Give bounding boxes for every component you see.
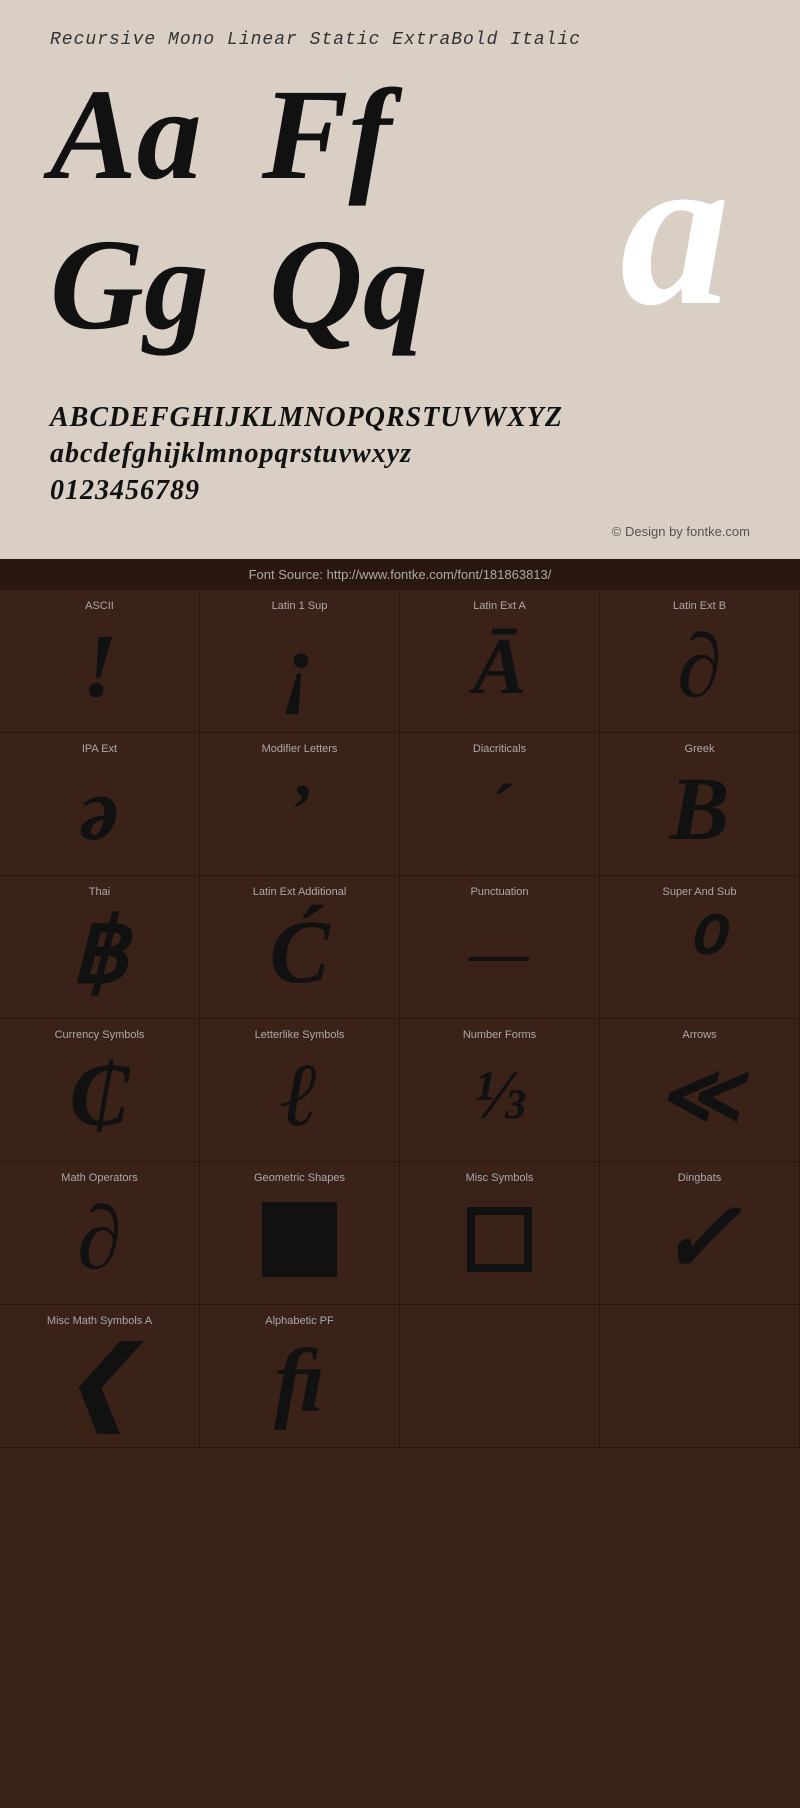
glyph-char-geometricshapes [262, 1189, 337, 1289]
glyph-label-letterlikesymbols: Letterlike Symbols [205, 1029, 394, 1041]
glyph-label-modifierletters: Modifier Letters [205, 743, 394, 755]
glyph-label-ipaext: IPA Ext [5, 743, 194, 755]
alphabet-digits: 0123456789 [50, 473, 750, 509]
glyph-label-diacriticals: Diacriticals [405, 743, 594, 755]
glyph-cell-greek: Greek Β [600, 733, 800, 876]
glyph-label-alphabeticpf: Alphabetic PF [205, 1315, 394, 1327]
glyph-cell-miscsymbols: Misc Symbols [400, 1162, 600, 1305]
glyph-label-currencysymbols: Currency Symbols [5, 1029, 194, 1041]
glyph-char-miscmathsymbolsa: ❮ [62, 1332, 137, 1432]
glyph-cell-empty1 [400, 1305, 600, 1448]
dark-section: Font Source: http://www.fontke.com/font/… [0, 559, 800, 1448]
glyph-label-latinexta: Latin Ext A [405, 600, 594, 612]
glyph-cell-ipaext: IPA Ext ə [0, 733, 200, 876]
glyph-cell-arrows: Arrows ≪ [600, 1019, 800, 1162]
alphabet-uppercase: ABCDEFGHIJKLMNOPQRSTUVWXYZ [50, 400, 750, 436]
glyph-cell-numberforms: Number Forms ⅓ [400, 1019, 600, 1162]
glyph-cell-mathoperators: Math Operators ∂ [0, 1162, 200, 1305]
glyph-char-currencysymbols: ₵ [69, 1046, 129, 1146]
glyph-cell-superandsub: Super And Sub ⁰ [600, 876, 800, 1019]
glyph-char-alphabeticpf: ﬁ [274, 1332, 324, 1432]
glyph-char-modifierletters: ʼ [288, 760, 311, 860]
glyph-char-superandsub: ⁰ [681, 903, 717, 1003]
glyph-char-latinexta: Ā [473, 617, 526, 717]
glyph-cell-ascii: ASCII ! [0, 590, 200, 733]
glyph-cell-latinexta: Latin Ext A Ā [400, 590, 600, 733]
glyph-char-miscsymbols [467, 1189, 532, 1289]
glyph-cell-empty2 [600, 1305, 800, 1448]
glyph-char-ascii: ! [82, 617, 117, 717]
glyph-cell-latinextb: Latin Ext B ∂ [600, 590, 800, 733]
glyph-label-miscsymbols: Misc Symbols [405, 1172, 594, 1184]
glyph-cell-letterlikesymbols: Letterlike Symbols ℓ [200, 1019, 400, 1162]
glyph-char-punctuation: — [470, 903, 530, 1003]
glyph-cell-latinextadd: Latin Ext Additional Ć [200, 876, 400, 1019]
glyph-grid: ASCII ! Latin 1 Sup ¡ Latin Ext A Ā Lati… [0, 590, 800, 1448]
glyph-label-latinextadd: Latin Ext Additional [205, 886, 394, 898]
glyph-cell-geometricshapes: Geometric Shapes [200, 1162, 400, 1305]
glyph-cell-diacriticals: Diacriticals ˊ [400, 733, 600, 876]
glyph-label-punctuation: Punctuation [405, 886, 594, 898]
glyph-label-geometricshapes: Geometric Shapes [205, 1172, 394, 1184]
glyph-char-diacriticals: ˊ [488, 760, 511, 860]
glyph-cell-punctuation: Punctuation — [400, 876, 600, 1019]
glyph-label-ascii: ASCII [5, 600, 194, 612]
glyph-cell-currencysymbols: Currency Symbols ₵ [0, 1019, 200, 1162]
glyph-char-thai: ฿ [71, 903, 128, 1003]
glyph-label-mathoperators: Math Operators [5, 1172, 194, 1184]
font-title: Recursive Mono Linear Static ExtraBold I… [50, 30, 750, 50]
glyph-label-greek: Greek [605, 743, 794, 755]
glyph-char-numberforms: ⅓ [473, 1046, 526, 1146]
glyph-label-superandsub: Super And Sub [605, 886, 794, 898]
glyph-label-thai: Thai [5, 886, 194, 898]
letter-pair-qq: Qq [269, 220, 428, 350]
glyph-cell-miscmathsymbolsa: Misc Math Symbols A ❮ [0, 1305, 200, 1448]
font-source: Font Source: http://www.fontke.com/font/… [0, 559, 800, 590]
geo-square-icon [262, 1202, 337, 1277]
letter-pair-gg: Gg [50, 220, 209, 350]
glyph-char-dingbats: ✓ [658, 1189, 742, 1289]
glyph-char-letterlikesymbols: ℓ [280, 1046, 318, 1146]
rect-outline-icon [467, 1207, 532, 1272]
glyph-char-latinextadd: Ć [269, 903, 329, 1003]
glyph-label-latinextb: Latin Ext B [605, 600, 794, 612]
glyph-char-arrows: ≪ [658, 1046, 742, 1146]
top-section: Recursive Mono Linear Static ExtraBold I… [0, 0, 800, 559]
glyph-label-arrows: Arrows [605, 1029, 794, 1041]
glyph-char-greek: Β [669, 760, 729, 860]
glyph-cell-latin1sup: Latin 1 Sup ¡ [200, 590, 400, 733]
letter-pair-ff: Ff [262, 70, 392, 200]
alphabet-section: ABCDEFGHIJKLMNOPQRSTUVWXYZ abcdefghijklm… [50, 400, 750, 519]
glyph-char-latinextb: ∂ [677, 617, 721, 717]
glyph-label-miscmathsymbolsa: Misc Math Symbols A [5, 1315, 194, 1327]
glyph-char-latin1sup: ¡ [282, 617, 317, 717]
glyph-cell-modifierletters: Modifier Letters ʼ [200, 733, 400, 876]
glyph-char-mathoperators: ∂ [77, 1189, 121, 1289]
letter-pair-aa: Aa [50, 70, 202, 200]
hero-letter: a [620, 130, 730, 328]
alphabet-lowercase: abcdefghijklmnopqrstuvwxyz [50, 436, 750, 472]
glyph-cell-thai: Thai ฿ [0, 876, 200, 1019]
glyph-cell-dingbats: Dingbats ✓ [600, 1162, 800, 1305]
glyph-char-ipaext: ə [80, 760, 120, 860]
glyph-cell-alphabeticpf: Alphabetic PF ﬁ [200, 1305, 400, 1448]
glyph-label-latin1sup: Latin 1 Sup [205, 600, 394, 612]
copyright: © Design by fontke.com [50, 524, 750, 539]
glyph-label-numberforms: Number Forms [405, 1029, 594, 1041]
